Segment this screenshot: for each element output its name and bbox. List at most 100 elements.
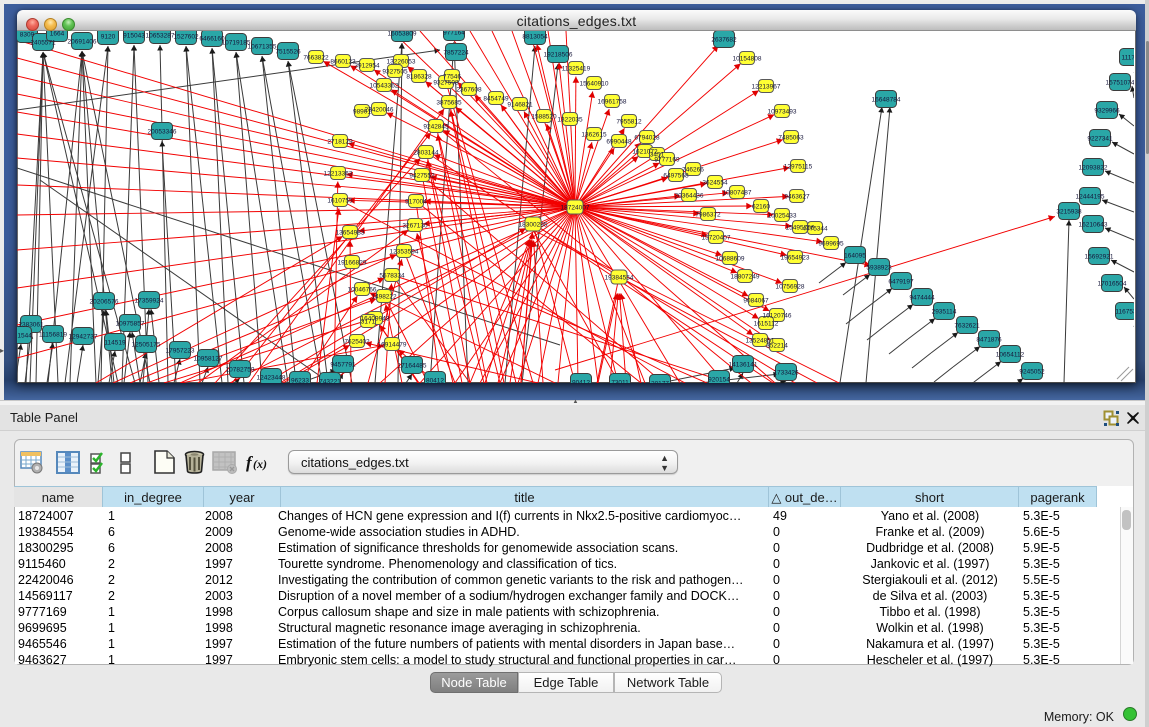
svg-text:7485063: 7485063 bbox=[778, 135, 804, 142]
svg-text:20364436: 20364436 bbox=[675, 193, 704, 200]
svg-text:20691406: 20691406 bbox=[68, 39, 97, 46]
svg-text:9327508: 9327508 bbox=[433, 80, 459, 87]
svg-text:10756928: 10756928 bbox=[776, 284, 805, 291]
svg-text:14136141: 14136141 bbox=[729, 362, 758, 369]
svg-text:8813054: 8813054 bbox=[522, 34, 548, 41]
svg-text:12093822: 12093822 bbox=[1079, 165, 1108, 172]
svg-text:9457791: 9457791 bbox=[330, 362, 356, 369]
svg-text:10807487: 10807487 bbox=[723, 190, 752, 197]
svg-text:9120: 9120 bbox=[101, 34, 116, 41]
svg-text:9699695: 9699695 bbox=[818, 241, 844, 248]
svg-text:10671355: 10671355 bbox=[248, 44, 277, 51]
svg-text:18807249: 18807249 bbox=[731, 274, 760, 281]
svg-text:10782759: 10782759 bbox=[226, 367, 255, 374]
svg-text:10688609: 10688609 bbox=[716, 256, 745, 263]
svg-text:11325419: 11325419 bbox=[562, 66, 591, 73]
svg-text:12423448: 12423448 bbox=[257, 375, 286, 382]
svg-text:9242845: 9242845 bbox=[423, 124, 449, 131]
svg-text:7632621: 7632621 bbox=[954, 323, 980, 330]
svg-text:2383061: 2383061 bbox=[18, 322, 44, 329]
svg-text:1498222: 1498222 bbox=[371, 294, 397, 301]
svg-text:16120746: 16120746 bbox=[763, 313, 792, 320]
svg-text:15751074: 15751074 bbox=[1106, 80, 1134, 87]
svg-text:9474444: 9474444 bbox=[909, 295, 935, 302]
svg-text:19166829: 19166829 bbox=[338, 260, 367, 267]
svg-text:2803144: 2803144 bbox=[413, 150, 439, 157]
svg-text:1588520: 1588520 bbox=[531, 114, 557, 121]
svg-text:7625402: 7625402 bbox=[344, 339, 370, 346]
svg-text:15692921: 15692921 bbox=[1085, 254, 1114, 261]
svg-text:114519: 114519 bbox=[104, 340, 126, 347]
svg-text:6497568: 6497568 bbox=[663, 173, 689, 180]
svg-text:16961758: 16961758 bbox=[598, 99, 627, 106]
svg-text:9245052: 9245052 bbox=[1019, 369, 1045, 376]
svg-text:6990448: 6990448 bbox=[606, 139, 632, 146]
svg-text:17016504: 17016504 bbox=[1098, 281, 1127, 288]
svg-text:7515526: 7515526 bbox=[275, 49, 301, 56]
svg-text:8186328: 8186328 bbox=[406, 74, 432, 81]
svg-text:62160: 62160 bbox=[752, 204, 770, 211]
svg-text:12942737: 12942737 bbox=[69, 334, 98, 341]
svg-text:1610755: 1610755 bbox=[327, 198, 353, 205]
svg-text:7857224: 7857224 bbox=[443, 50, 469, 57]
svg-text:15720407: 15720407 bbox=[702, 235, 731, 242]
svg-text:19384554: 19384554 bbox=[605, 275, 634, 282]
svg-text:3875685: 3875685 bbox=[436, 100, 462, 107]
svg-text:17957223: 17957223 bbox=[166, 348, 195, 355]
svg-text:164095: 164095 bbox=[844, 253, 866, 260]
svg-text:1527602: 1527602 bbox=[173, 34, 199, 41]
svg-text:96233: 96233 bbox=[291, 378, 309, 384]
svg-text:12213363: 12213363 bbox=[324, 171, 353, 178]
svg-text:2718129: 2718129 bbox=[327, 139, 353, 146]
svg-text:1615112: 1615112 bbox=[754, 321, 779, 328]
svg-text:1362615: 1362615 bbox=[581, 132, 607, 139]
svg-text:9146821: 9146821 bbox=[507, 102, 533, 109]
svg-text:10543362: 10543362 bbox=[370, 83, 399, 90]
svg-text:3215938: 3215938 bbox=[1056, 209, 1082, 216]
svg-text:20206576: 20206576 bbox=[90, 299, 119, 306]
svg-text:116753: 116753 bbox=[1115, 309, 1134, 316]
svg-text:10154808: 10154808 bbox=[733, 56, 762, 63]
svg-text:2935114: 2935114 bbox=[932, 309, 957, 316]
svg-text:10654112: 10654112 bbox=[996, 352, 1025, 359]
svg-text:4475344: 4475344 bbox=[802, 226, 828, 233]
svg-text:9463627: 9463627 bbox=[784, 194, 810, 201]
svg-text:16210643: 16210643 bbox=[1079, 222, 1108, 229]
svg-text:743221: 743221 bbox=[319, 379, 341, 384]
svg-text:10958127: 10958127 bbox=[194, 356, 223, 363]
svg-text:920154: 920154 bbox=[708, 377, 730, 384]
svg-text:12353594: 12353594 bbox=[390, 249, 419, 256]
svg-text:977164: 977164 bbox=[443, 31, 465, 37]
svg-text:1664: 1664 bbox=[50, 31, 65, 38]
svg-text:98901: 98901 bbox=[353, 109, 371, 116]
svg-text:917004: 917004 bbox=[405, 199, 427, 206]
svg-text:19218506: 19218506 bbox=[544, 52, 573, 59]
svg-text:9227341: 9227341 bbox=[1087, 136, 1113, 143]
svg-text:10975857: 10975857 bbox=[116, 321, 145, 328]
svg-text:12975115: 12975115 bbox=[784, 164, 813, 171]
svg-text:9327505: 9327505 bbox=[382, 69, 408, 76]
svg-text:3624554: 3624554 bbox=[702, 180, 728, 187]
svg-text:17359924: 17359924 bbox=[135, 298, 164, 305]
svg-text:352214: 352214 bbox=[766, 343, 788, 350]
svg-text:90412: 90412 bbox=[572, 380, 590, 384]
svg-text:11156819: 11156819 bbox=[39, 332, 67, 339]
svg-text:3912954: 3912954 bbox=[354, 63, 380, 70]
svg-text:5578334: 5578334 bbox=[379, 273, 405, 280]
svg-text:7955812: 7955812 bbox=[616, 119, 642, 126]
svg-text:7986372: 7986372 bbox=[695, 212, 721, 219]
svg-text:8471876: 8471876 bbox=[976, 337, 1002, 344]
svg-text:16914479: 16914479 bbox=[378, 342, 407, 349]
svg-text:10025433: 10025433 bbox=[768, 213, 797, 220]
svg-text:2367608: 2367608 bbox=[456, 87, 482, 94]
svg-text:8660123: 8660123 bbox=[330, 59, 356, 66]
svg-text:12444195: 12444195 bbox=[1076, 194, 1105, 201]
svg-text:391544: 391544 bbox=[17, 333, 32, 340]
svg-text:17164485: 17164485 bbox=[398, 363, 427, 370]
svg-text:1322035: 1322035 bbox=[557, 117, 583, 124]
svg-text:80412: 80412 bbox=[426, 378, 444, 384]
svg-text:8454749: 8454749 bbox=[483, 96, 509, 103]
svg-text:12505175: 12505175 bbox=[132, 342, 161, 349]
svg-text:9777169: 9777169 bbox=[654, 157, 680, 164]
svg-text:18724007: 18724007 bbox=[561, 205, 590, 212]
